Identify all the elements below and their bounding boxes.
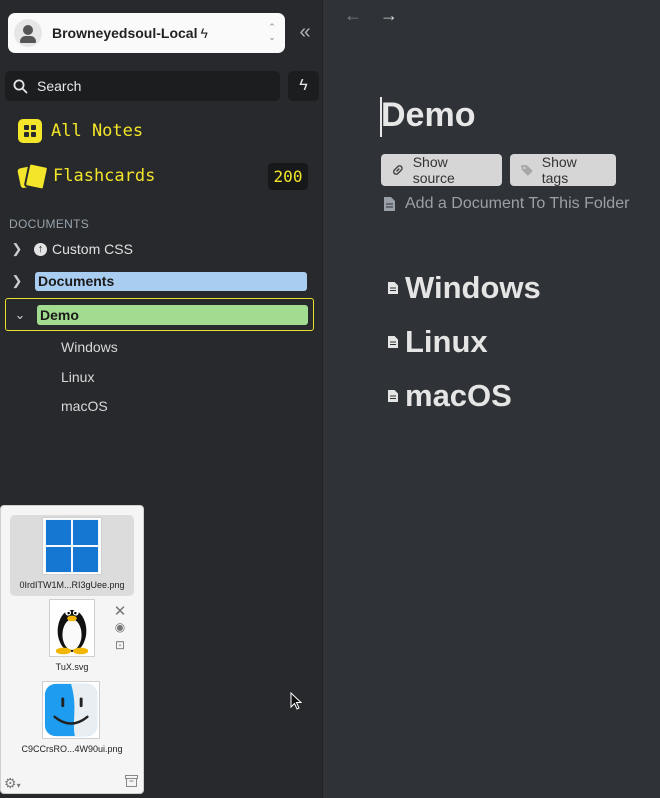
document-link[interactable]: Windows [388,270,541,306]
add-document-label: Add a Document To This Folder [405,195,630,212]
document-link-label: Windows [405,270,541,305]
tree-item-label: Documents [35,271,307,291]
flashcards-icon [18,163,44,189]
document-link-label: macOS [405,378,512,413]
grid-icon [18,119,42,143]
tree-item-custom-css[interactable]: ❯ ↑ Custom CSS [10,238,133,260]
add-document-button[interactable]: Add a Document To This Folder [384,195,629,213]
page-title[interactable]: Demo [381,96,475,135]
vault-switcher[interactable]: Browneyedsoul-Local ϟ ⌃ ⌄ [8,13,285,53]
chevron-updown-icon: ⌃ ⌄ [268,22,276,42]
flashcards-count-badge: 200 [268,163,308,190]
search-input[interactable]: Search [5,71,280,101]
tree-item-label: Custom CSS [52,241,133,257]
gear-icon[interactable]: ⚙▾ [4,775,21,792]
document-link[interactable]: Linux [388,324,488,360]
mouse-pointer-icon [290,692,302,710]
search-placeholder: Search [37,78,82,94]
finder-face-icon[interactable] [42,681,100,739]
lightning-icon: ϟ [299,77,308,94]
chevron-down-icon[interactable]: ⌄ [13,307,27,323]
nav-all-notes-label: All Notes [51,121,144,141]
arrow-back-icon[interactable]: ← [344,5,362,26]
upload-circle-icon: ↑ [34,242,47,256]
document-link[interactable]: macOS [388,378,512,414]
arrow-forward-icon[interactable]: → [380,5,398,26]
document-icon [388,390,398,402]
tree-child-item[interactable]: Windows [61,339,118,355]
attachment-filename: 0IrdITW1M...RI3gUee.png [19,580,125,590]
tree-item-label: Demo [37,305,308,325]
unlock-icon[interactable]: ⊡ [113,638,127,652]
quick-action-button[interactable]: ϟ [288,71,319,101]
collapse-sidebar-icon[interactable]: « [296,22,314,42]
show-source-label: Show source [412,154,455,186]
document-icon [388,336,398,348]
nav-all-notes[interactable]: All Notes [18,119,143,143]
tree-child-item[interactable]: Linux [61,369,94,385]
show-tags-label: Show tags [541,154,577,186]
search-icon [13,79,28,93]
document-icon [388,282,398,294]
link-icon [393,165,403,175]
document-link-label: Linux [405,324,488,359]
close-icon[interactable]: ✕ [113,602,127,620]
chevron-right-icon[interactable]: ❯ [10,273,24,289]
tree-item-documents[interactable]: ❯ Documents [10,270,307,292]
tag-icon [520,165,533,176]
attachment-filename: TuX.svg [55,662,89,672]
tree-item-demo[interactable]: ⌄ Demo [13,304,308,326]
nav-flashcards[interactable]: Flashcards [18,163,155,189]
tux-penguin-icon[interactable] [49,599,95,657]
tree-child-item[interactable]: macOS [61,398,108,414]
windows-logo-icon[interactable] [42,517,102,575]
attachments-panel: 0IrdITW1M...RI3gUee.png ✕ ◉ ⊡ TuX.svg C9… [0,505,144,794]
document-icon [384,197,395,211]
avatar [14,19,42,47]
chevron-right-icon[interactable]: ❯ [10,241,24,257]
sync-bolt-icon: ϟ [200,25,208,41]
eye-icon[interactable]: ◉ [113,620,127,634]
show-tags-button[interactable]: Show tags [510,154,616,186]
archive-icon[interactable] [125,775,138,787]
attachment-filename: C9CCrsRO...4W90ui.png [21,744,123,754]
documents-section-heading: DOCUMENTS [9,217,90,231]
vault-name: Browneyedsoul-Local [52,25,198,41]
nav-flashcards-label: Flashcards [53,166,156,186]
show-source-button[interactable]: Show source [381,154,502,186]
